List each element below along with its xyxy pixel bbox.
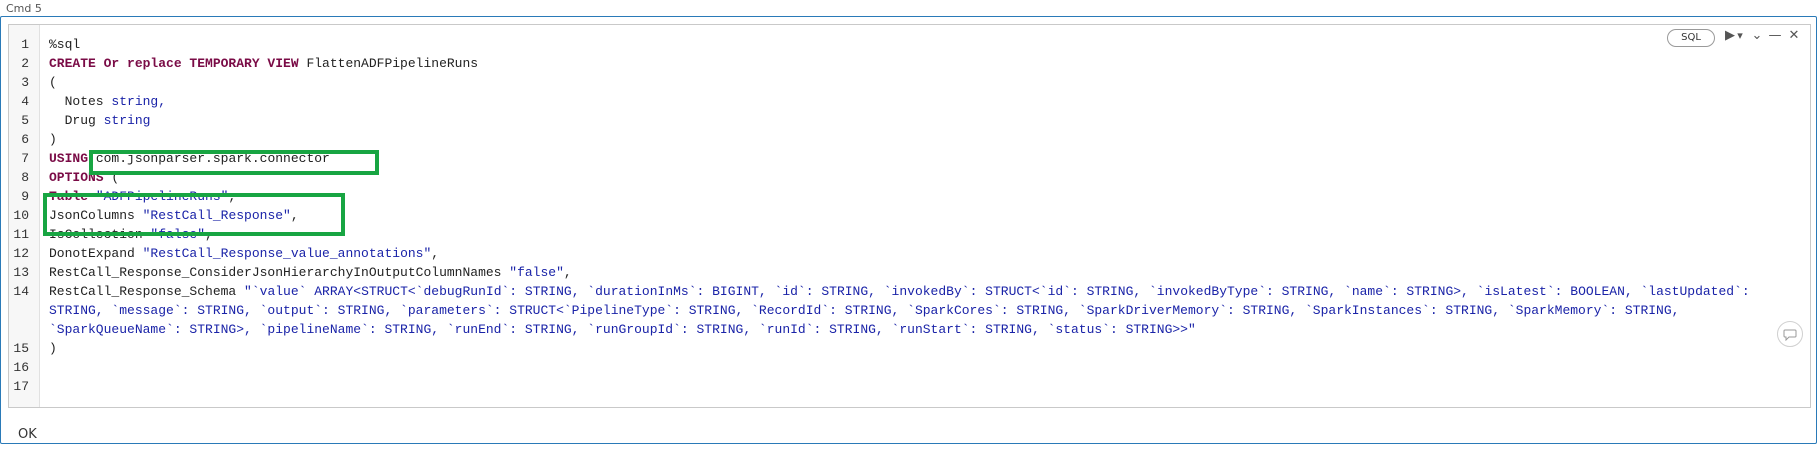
line-number: 6 bbox=[21, 132, 29, 147]
code-type: string, bbox=[111, 94, 167, 109]
code-text: Notes bbox=[49, 94, 112, 109]
code-text: %sql bbox=[49, 37, 81, 52]
line-number: 12 bbox=[13, 246, 29, 261]
line-number: 1 bbox=[21, 37, 29, 52]
comment-icon[interactable] bbox=[1777, 321, 1803, 347]
line-number: 16 bbox=[13, 360, 29, 375]
line-number: 9 bbox=[21, 189, 29, 204]
code-text: Drug bbox=[49, 113, 104, 128]
code-type: string bbox=[103, 113, 151, 128]
highlight-box-connector bbox=[89, 150, 379, 175]
line-number: 4 bbox=[21, 94, 29, 109]
code-text: , bbox=[563, 265, 572, 280]
line-number: 17 bbox=[13, 379, 29, 394]
code-text: RestCall_Response_ConsiderJsonHierarchyI… bbox=[49, 265, 510, 280]
line-number: 10 bbox=[13, 208, 29, 223]
code-string: "`value` ARRAY<STRUCT<`debugRunId`: STRI… bbox=[244, 284, 1750, 299]
line-number: 14 bbox=[13, 284, 29, 299]
code-cell[interactable]: SQL ▶ ▾ ⌄ — ✕ 1 %sql 2 CREATE Or replace T… bbox=[8, 24, 1811, 408]
line-number: 8 bbox=[21, 170, 29, 185]
code-text: , bbox=[431, 246, 440, 261]
line-number: 3 bbox=[21, 75, 29, 90]
code-string: STRING, `message`: STRING, `output`: STR… bbox=[49, 303, 1680, 318]
code-keyword: CREATE Or replace TEMPORARY VIEW bbox=[49, 56, 299, 71]
code-keyword: USING bbox=[49, 151, 89, 166]
line-number: 5 bbox=[21, 113, 29, 128]
line-number: 13 bbox=[13, 265, 29, 280]
line-number: 11 bbox=[13, 227, 29, 242]
line-number: 7 bbox=[21, 151, 29, 166]
result-status: OK bbox=[18, 427, 37, 442]
code-text: RestCall_Response_Schema bbox=[49, 284, 245, 299]
line-number: 2 bbox=[21, 56, 29, 71]
code-text: FlattenADFPipelineRuns bbox=[298, 56, 479, 71]
code-text: ) bbox=[49, 132, 57, 147]
code-text: DonotExpand bbox=[49, 246, 143, 261]
code-text: ( bbox=[49, 75, 57, 90]
cmd-label: Cmd 5 bbox=[6, 2, 42, 15]
code-editor[interactable]: 1 %sql 2 CREATE Or replace TEMPORARY VIEW … bbox=[9, 25, 1810, 407]
line-number: 15 bbox=[13, 341, 29, 356]
highlight-box-options bbox=[43, 193, 345, 236]
code-string: `SparkQueueName`: STRING>, `pipelineName… bbox=[49, 322, 1196, 337]
code-string: "RestCall_Response_value_annotations" bbox=[142, 246, 432, 261]
code-text: ) bbox=[49, 341, 57, 356]
code-string: "false" bbox=[509, 265, 564, 280]
